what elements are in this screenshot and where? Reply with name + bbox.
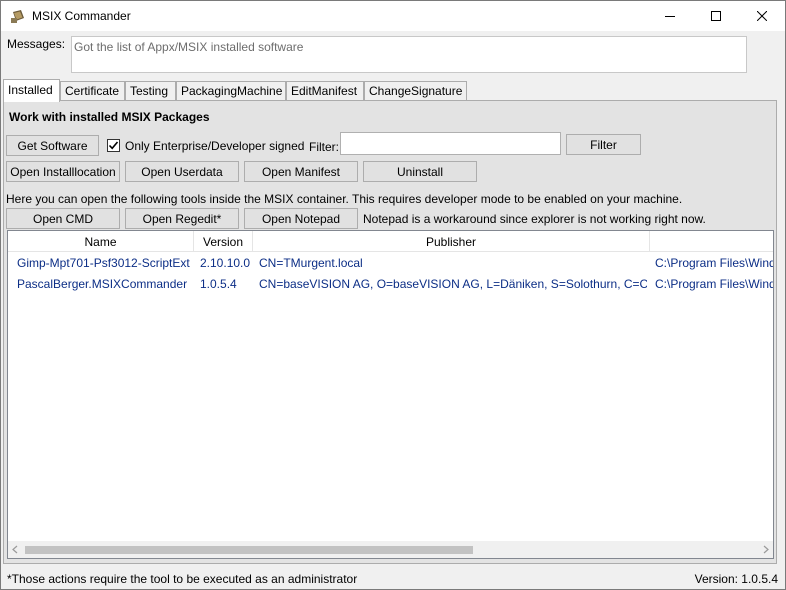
tab-installed[interactable]: Installed — [3, 79, 60, 102]
cell-name: PascalBerger.MSIXCommander — [17, 276, 188, 291]
table-row[interactable]: PascalBerger.MSIXCommander 1.0.5.4 CN=ba… — [8, 273, 773, 294]
checkmark-icon — [108, 141, 119, 150]
column-header-publisher[interactable]: Publisher — [253, 231, 650, 252]
scroll-right-icon[interactable] — [762, 545, 770, 554]
container-tools-info: Here you can open the following tools in… — [6, 192, 683, 206]
minimize-icon — [665, 16, 675, 17]
panel-title: Work with installed MSIX Packages — [9, 110, 210, 124]
minimize-button[interactable] — [647, 1, 693, 31]
open-installlocation-button[interactable]: Open Installlocation — [6, 161, 120, 182]
filter-input[interactable] — [340, 132, 561, 155]
get-software-button[interactable]: Get Software — [6, 135, 99, 156]
column-header-location[interactable] — [650, 231, 773, 252]
maximize-icon — [711, 11, 721, 21]
filter-label: Filter: — [309, 140, 339, 154]
tab-editmanifest[interactable]: EditManifest — [286, 81, 364, 101]
title-bar: MSIX Commander — [1, 1, 785, 31]
filter-button[interactable]: Filter — [566, 134, 641, 155]
packages-grid[interactable]: Name Version Publisher Gimp-Mpt701-Psf30… — [7, 230, 774, 559]
column-header-version[interactable]: Version — [194, 231, 253, 252]
tab-changesignature[interactable]: ChangeSignature — [364, 81, 467, 101]
column-header-name[interactable]: Name — [8, 231, 194, 252]
messages-label: Messages: — [7, 37, 66, 51]
open-regedit-button[interactable]: Open Regedit* — [125, 208, 239, 229]
grid-header: Name Version Publisher — [8, 231, 773, 252]
cell-version: 2.10.10.0 — [200, 255, 251, 270]
cell-location: C:\Program Files\Wind — [655, 255, 773, 270]
only-enterprise-checkbox[interactable] — [107, 139, 120, 152]
window-title: MSIX Commander — [32, 9, 131, 23]
open-manifest-button[interactable]: Open Manifest — [244, 161, 358, 182]
cell-name: Gimp-Mpt701-Psf3012-ScriptExt — [17, 255, 190, 270]
close-icon — [757, 11, 767, 21]
cell-publisher: CN=TMurgent.local — [259, 255, 363, 270]
cell-publisher: CN=baseVISION AG, O=baseVISION AG, L=Dän… — [259, 276, 647, 291]
cell-version: 1.0.5.4 — [200, 276, 237, 291]
maximize-button[interactable] — [693, 1, 739, 31]
app-window: MSIX Commander Messages: Got the list of… — [0, 0, 786, 590]
cell-location: C:\Program Files\Wind — [655, 276, 773, 291]
uninstall-button[interactable]: Uninstall — [363, 161, 477, 182]
close-button[interactable] — [739, 1, 785, 31]
tab-testing[interactable]: Testing — [125, 81, 176, 101]
open-cmd-button[interactable]: Open CMD — [6, 208, 120, 229]
open-notepad-button[interactable]: Open Notepad — [244, 208, 358, 229]
scrollbar-thumb[interactable] — [25, 546, 473, 554]
tab-packagingmachine[interactable]: PackagingMachine — [176, 81, 286, 101]
table-row[interactable]: Gimp-Mpt701-Psf3012-ScriptExt 2.10.10.0 … — [8, 252, 773, 273]
tab-certificate[interactable]: Certificate — [60, 81, 125, 101]
admin-note: *Those actions require the tool to be ex… — [7, 572, 358, 586]
only-enterprise-label: Only Enterprise/Developer signed — [125, 139, 305, 153]
messages-textbox[interactable]: Got the list of Appx/MSIX installed soft… — [71, 36, 747, 73]
open-userdata-button[interactable]: Open Userdata — [125, 161, 239, 182]
horizontal-scrollbar[interactable] — [8, 541, 773, 558]
version-label: Version: 1.0.5.4 — [694, 572, 778, 586]
scroll-left-icon[interactable] — [11, 545, 19, 554]
app-icon — [10, 8, 26, 24]
installed-panel: Work with installed MSIX Packages Get So… — [3, 100, 777, 564]
notepad-note: Notepad is a workaround since explorer i… — [363, 212, 706, 226]
